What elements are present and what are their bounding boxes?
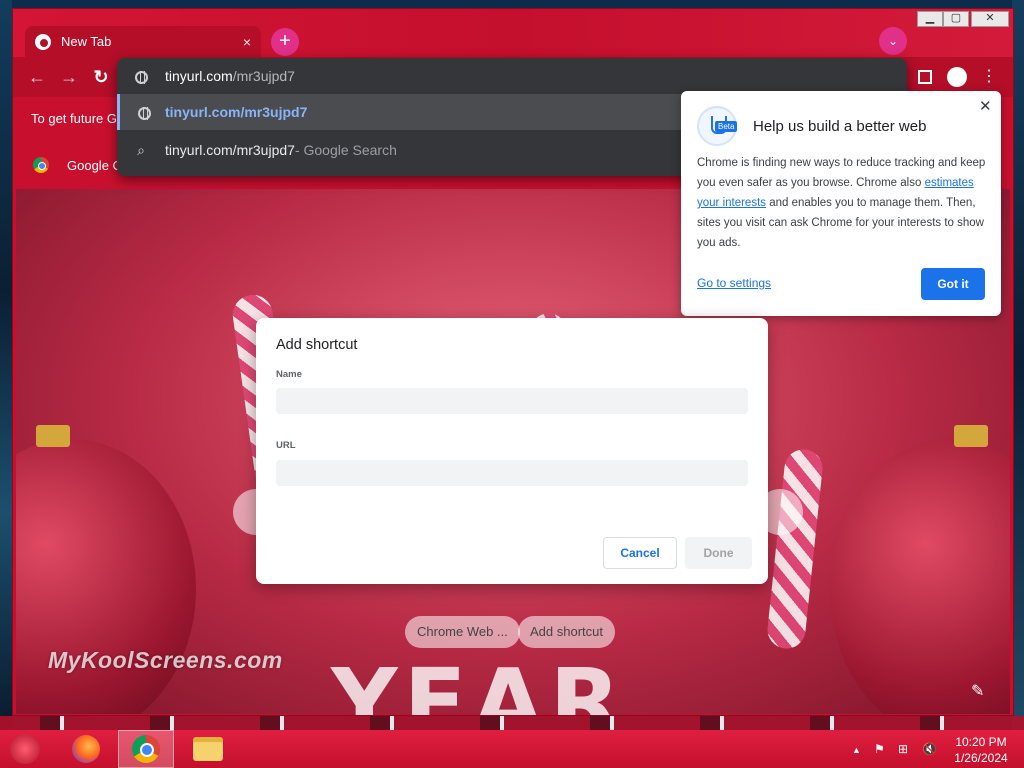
- add-shortcut-tile-button[interactable]: Add shortcut: [518, 616, 615, 648]
- ornament-cap: [954, 425, 988, 447]
- profile-avatar-icon[interactable]: [947, 67, 967, 87]
- back-icon[interactable]: ←: [27, 67, 47, 87]
- background-year-text: YEAR: [331, 649, 627, 716]
- tab-new-tab[interactable]: New Tab ×: [25, 26, 261, 57]
- go-to-settings-link[interactable]: Go to settings: [697, 276, 771, 290]
- google-shortcut-label: Google C: [67, 157, 122, 173]
- chrome-icon: [132, 735, 160, 763]
- minimize-button[interactable]: ▁: [917, 11, 943, 27]
- maximize-button[interactable]: ▢: [943, 11, 969, 27]
- volume-icon[interactable]: 🔇: [922, 742, 937, 756]
- customize-pencil-icon[interactable]: ✎: [971, 681, 984, 701]
- dialog-title: Add shortcut: [276, 337, 358, 353]
- url-label: URL: [276, 440, 296, 451]
- reload-icon[interactable]: ↻: [91, 67, 111, 87]
- side-panel-icon[interactable]: [918, 70, 932, 84]
- desktop-strip: [0, 716, 1024, 730]
- taskbar-clock[interactable]: 10:20 PM 1/26/2024: [950, 734, 1012, 766]
- beta-tag: Beta: [715, 121, 738, 132]
- start-button[interactable]: [10, 734, 40, 764]
- bubble-body: Chrome is finding new ways to reduce tra…: [697, 153, 987, 253]
- tab-title: New Tab: [61, 34, 112, 49]
- suggestion-url-text: tinyurl.com/mr3ujpd7: [165, 104, 308, 120]
- omnibox-input[interactable]: tinyurl.com/mr3ujpd7: [117, 58, 907, 94]
- name-input[interactable]: [276, 388, 748, 414]
- omnibox-host: tinyurl.com: [165, 68, 233, 84]
- search-icon: ⌕: [137, 141, 145, 158]
- suggestion-search-text: tinyurl.com/mr3ujpd7: [165, 142, 295, 158]
- chrome-menu-icon[interactable]: ⋮: [979, 67, 999, 87]
- close-window-button[interactable]: ✕: [971, 11, 1009, 27]
- privacy-sandbox-bubble: Beta Help us build a better web ✕ Chrome…: [681, 91, 1001, 316]
- got-it-button[interactable]: Got it: [921, 268, 985, 300]
- taskbar-chrome[interactable]: [118, 730, 174, 768]
- candy-decoration: [765, 447, 825, 651]
- folder-icon: [193, 737, 223, 761]
- desktop-background-left: [0, 0, 12, 730]
- ornament-cap: [36, 425, 70, 447]
- google-chrome-icon: [33, 157, 49, 173]
- globe-icon: [117, 68, 165, 84]
- clock-time: 10:20 PM: [955, 735, 1007, 749]
- bubble-close-icon[interactable]: ✕: [979, 97, 992, 115]
- flag-icon[interactable]: ⚑: [874, 742, 885, 756]
- chrome-web-store-button[interactable]: Chrome Web ...: [405, 616, 520, 648]
- google-shortcut[interactable]: Google C: [33, 157, 122, 173]
- chrome-tab-icon: [35, 33, 51, 50]
- taskbar-explorer[interactable]: [180, 730, 236, 768]
- add-shortcut-dialog: Add shortcut Name URL Cancel Done: [256, 318, 768, 584]
- clock-date: 1/26/2024: [954, 751, 1008, 765]
- tab-close-icon[interactable]: ×: [243, 34, 251, 50]
- infobar-text: To get future G: [31, 111, 117, 126]
- name-label: Name: [276, 369, 302, 380]
- done-button[interactable]: Done: [685, 537, 752, 569]
- globe-icon: [120, 104, 168, 120]
- ornament-right: [830, 439, 1010, 714]
- watermark-text: MyKoolScreens.com: [48, 647, 283, 673]
- omnibox-path: /mr3ujpd7: [232, 68, 295, 84]
- url-input[interactable]: [276, 460, 748, 486]
- title-bar: New Tab × + ⌄ ▁ ▢ ✕: [13, 9, 1013, 57]
- firefox-icon: [72, 735, 100, 763]
- suggestion-search-provider: - Google Search: [294, 142, 397, 158]
- forward-icon[interactable]: →: [59, 67, 79, 87]
- tray-expand-icon[interactable]: ▲: [852, 745, 861, 755]
- new-tab-button[interactable]: +: [271, 28, 299, 56]
- tab-search-button[interactable]: ⌄: [879, 27, 907, 55]
- cancel-button[interactable]: Cancel: [603, 537, 677, 569]
- network-icon[interactable]: ⊞: [898, 742, 908, 756]
- bubble-title: Help us build a better web: [753, 118, 927, 135]
- taskbar-firefox[interactable]: [58, 730, 114, 768]
